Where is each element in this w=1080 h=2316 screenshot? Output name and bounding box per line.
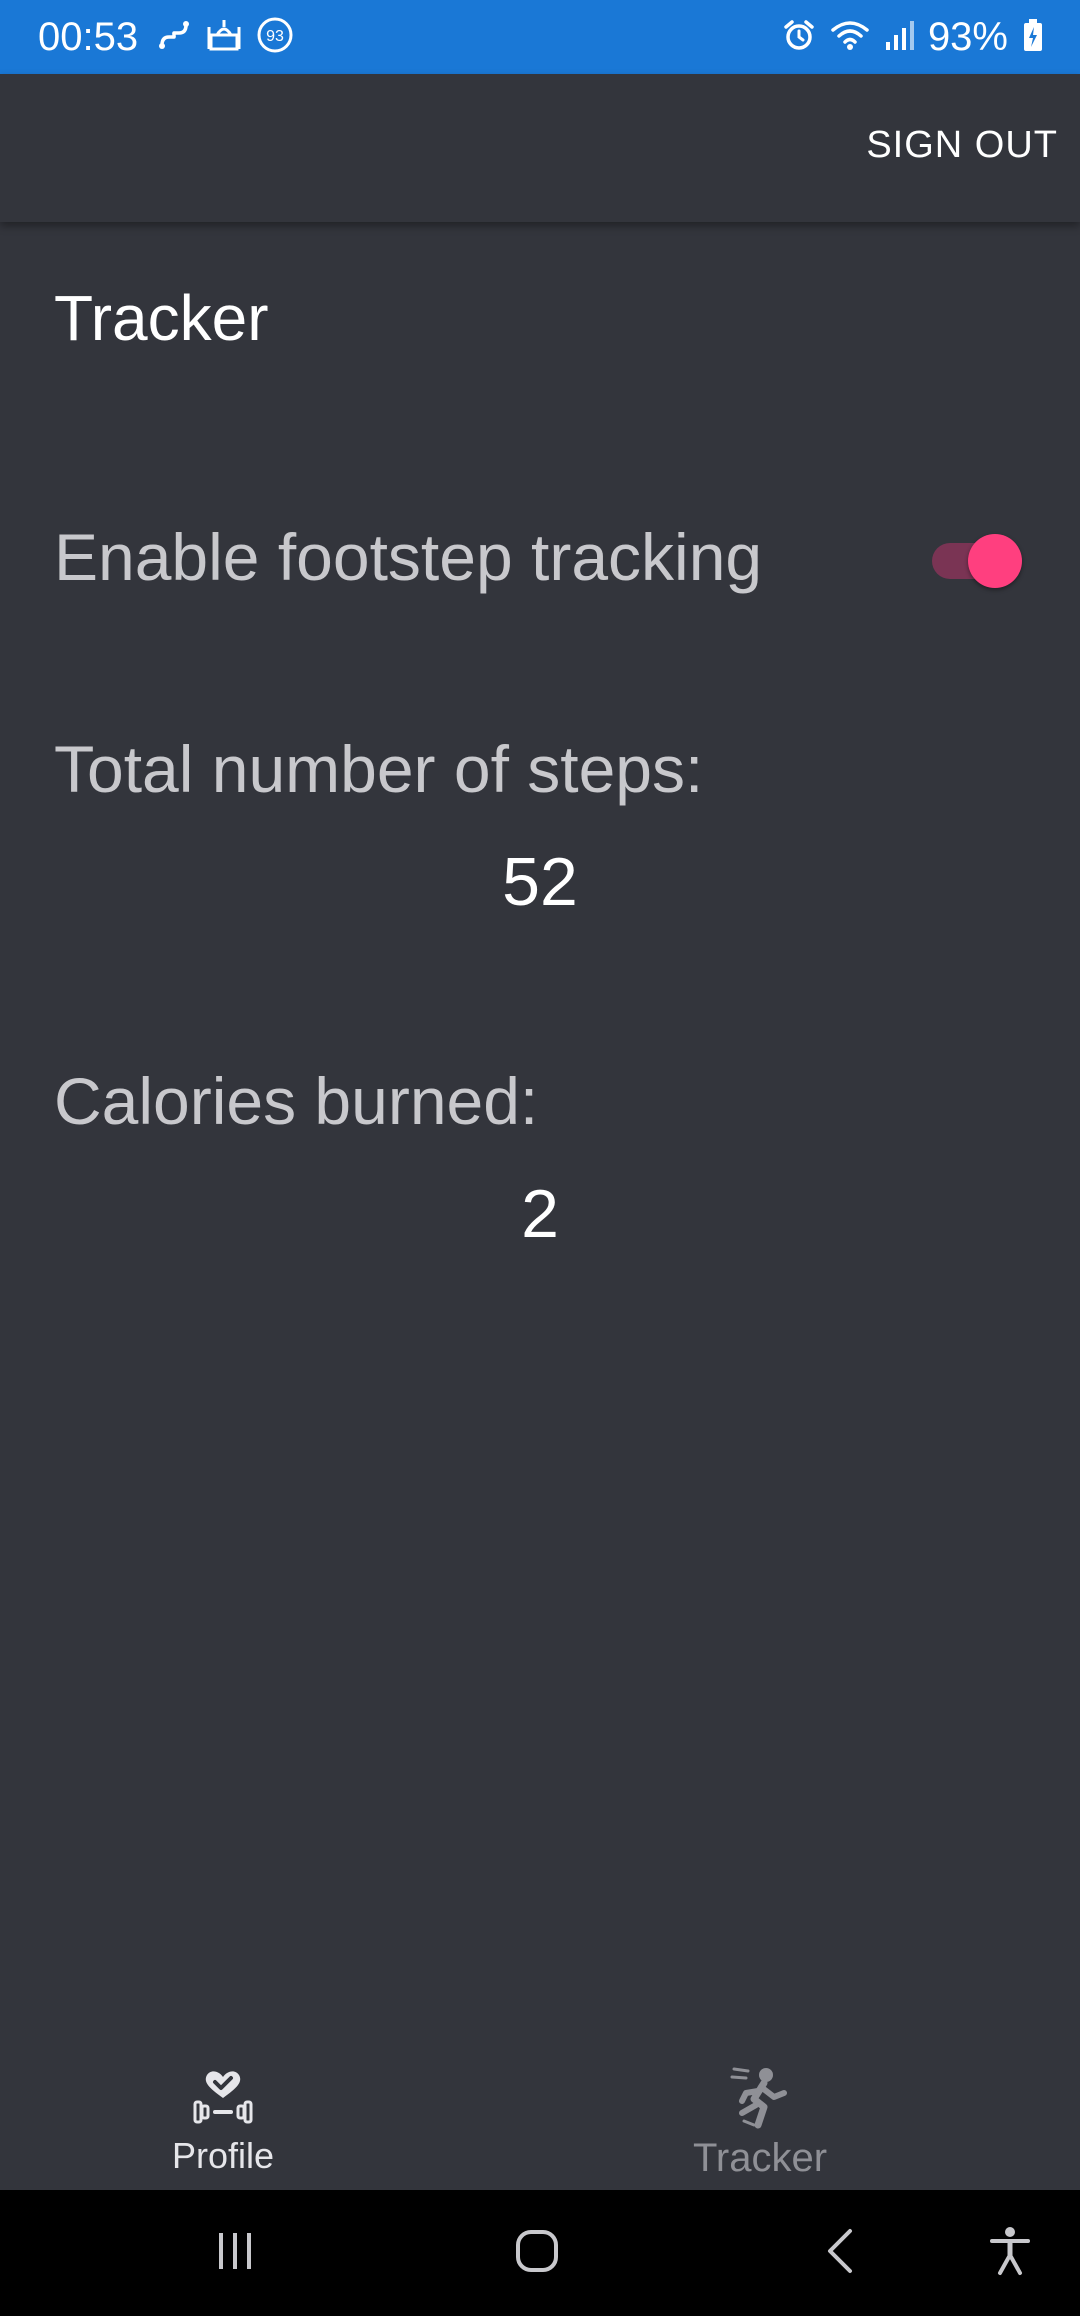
signal-icon [884,18,914,57]
wifi-icon [830,18,870,57]
running-person-icon [728,2062,792,2134]
home-button[interactable] [500,2190,574,2316]
accessibility-icon [988,2225,1032,2282]
badge-count: 93 [266,28,284,45]
nav-item-tracker[interactable]: Tracker [490,2042,1030,2190]
tracker-content: Tracker Enable footstep tracking Total n… [0,222,1080,2042]
status-bar: 00:53 93 93% [0,0,1080,74]
badge-icon: 93 [256,16,294,59]
app-bar: SIGN OUT [0,74,1080,222]
back-icon [820,2227,860,2280]
link-icon [156,17,192,58]
steps-label: Total number of steps: [54,732,704,806]
battery-percent: 93% [927,15,1008,59]
recent-apps-icon [213,2229,257,2278]
battery-charging-icon [1022,18,1044,57]
nav-label-profile: Profile [171,2135,275,2176]
status-time: 00:53 [38,15,139,59]
mosque-icon [206,17,242,58]
accessibility-button[interactable] [980,2190,1040,2316]
switch-thumb [968,534,1022,588]
alarm-icon [782,18,816,57]
nav-item-profile[interactable]: Profile [0,2042,493,2190]
calories-value: 2 [521,1176,559,1252]
system-navigation-bar [0,2190,1080,2316]
sign-out-button[interactable]: SIGN OUT [866,124,1058,167]
footstep-tracking-setting: Enable footstep tracking [54,512,1026,602]
steps-value: 52 [502,844,578,920]
status-notification-icons: 93 [156,16,294,59]
recent-apps-button[interactable] [200,2190,270,2316]
heart-dumbbell-icon [189,2062,257,2134]
calories-label: Calories burned: [54,1064,539,1138]
home-icon [513,2227,561,2280]
nav-label-tracker: Tracker [692,2136,828,2180]
status-system-icons: 93% [782,17,1044,57]
footstep-tracking-label: Enable footstep tracking [54,520,763,594]
page-title: Tracker [54,282,269,354]
bottom-navigation: Profile Tracker [0,2042,1080,2190]
footstep-tracking-switch[interactable] [932,531,1022,588]
back-button[interactable] [810,2190,870,2316]
